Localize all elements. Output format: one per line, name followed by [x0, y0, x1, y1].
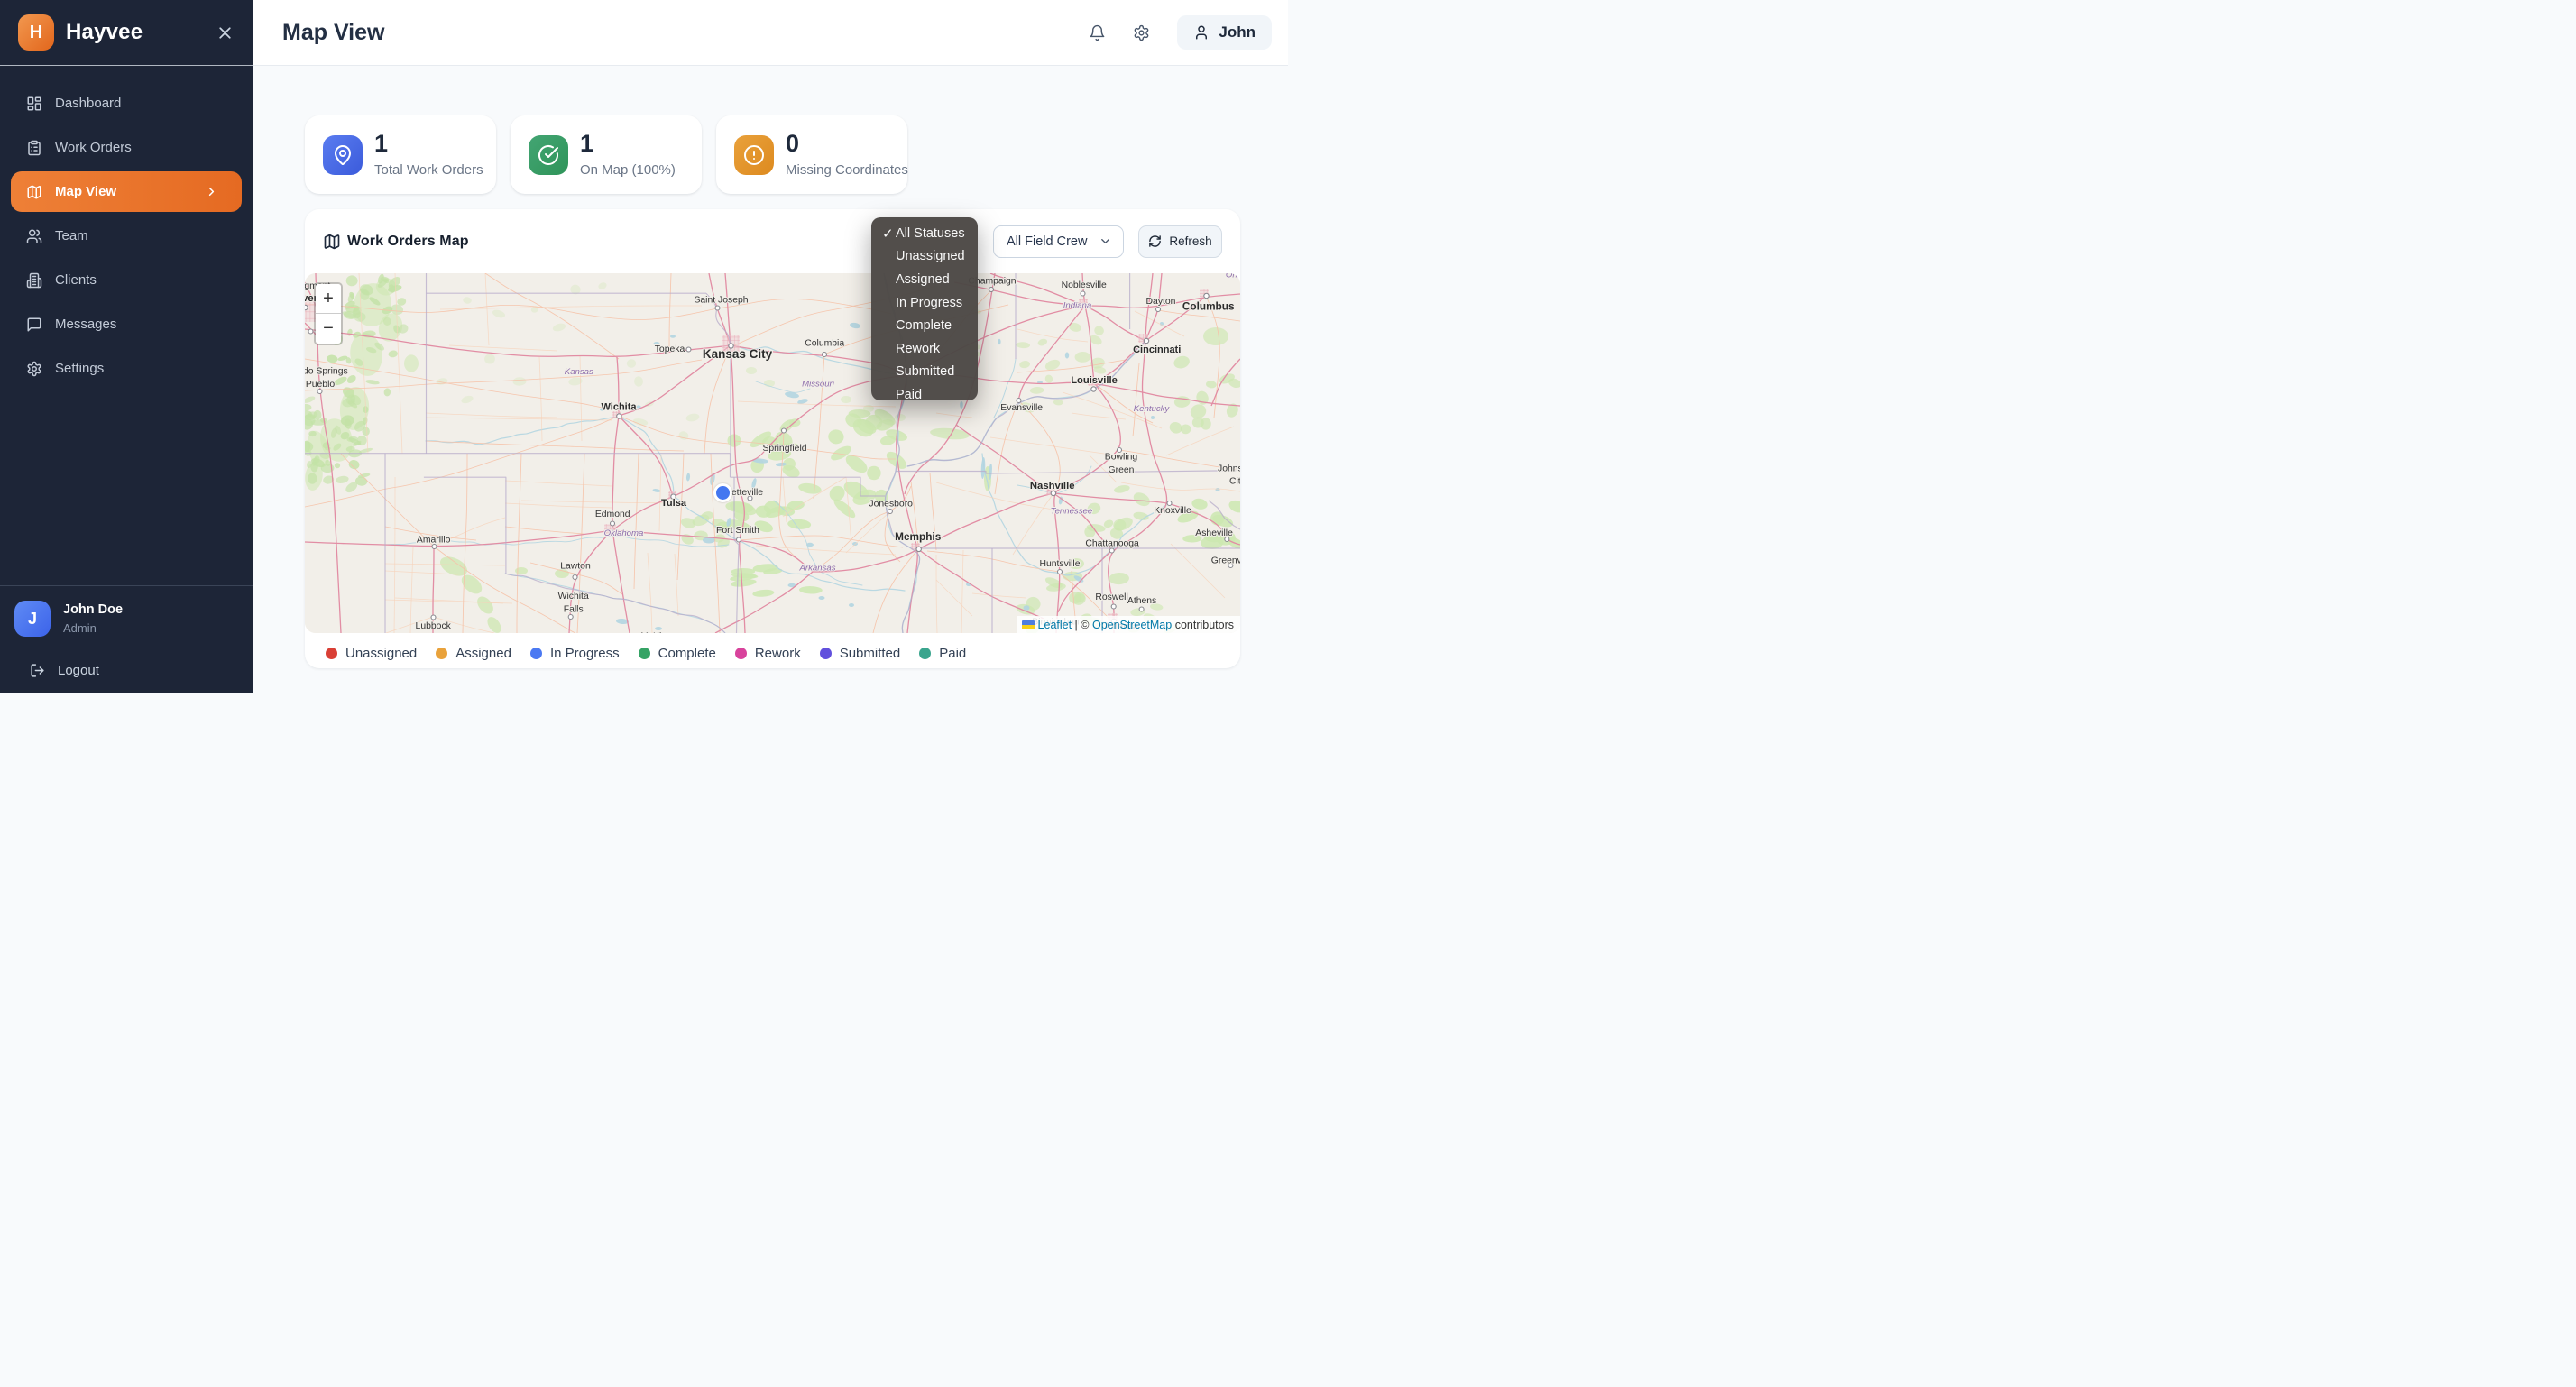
svg-text:Kansas City: Kansas City [703, 347, 773, 361]
svg-text:Kentucky: Kentucky [1134, 404, 1171, 414]
svg-text:Knoxville: Knoxville [1154, 506, 1191, 516]
svg-text:Topeka: Topeka [655, 344, 685, 354]
svg-text:do Springs: do Springs [305, 367, 348, 377]
svg-text:Lawton: Lawton [560, 562, 591, 572]
svg-text:Edmond: Edmond [595, 510, 630, 519]
svg-text:Springfield: Springfield [762, 444, 806, 454]
svg-text:Bowling: Bowling [1105, 453, 1138, 463]
svg-text:Tulsa: Tulsa [661, 498, 687, 509]
svg-text:Pueblo: Pueblo [306, 380, 336, 390]
svg-text:Missouri: Missouri [802, 380, 835, 390]
svg-text:Louisville: Louisville [1071, 375, 1118, 386]
svg-text:Columbus: Columbus [1182, 300, 1235, 313]
svg-text:Roswell: Roswell [1095, 592, 1127, 602]
svg-text:Kansas: Kansas [565, 367, 593, 377]
svg-text:Lubbock: Lubbock [416, 621, 452, 631]
svg-text:Indiana: Indiana [1063, 301, 1091, 311]
svg-text:Cincinnati: Cincinnati [1133, 344, 1181, 355]
svg-text:McKinney: McKinney [640, 632, 682, 634]
svg-text:Fort Smith: Fort Smith [716, 526, 759, 536]
svg-text:Ohio: Ohio [1226, 273, 1240, 280]
svg-text:Green: Green [1109, 465, 1135, 475]
svg-text:Saint Joseph: Saint Joseph [694, 296, 748, 306]
svg-text:City: City [1229, 476, 1240, 486]
svg-text:Chattanooga: Chattanooga [1085, 539, 1139, 549]
svg-text:Jonesboro: Jonesboro [869, 500, 913, 510]
svg-text:Greenville: Greenville [1211, 556, 1240, 566]
svg-text:Noblesville: Noblesville [1062, 280, 1107, 290]
svg-text:Oklahoma: Oklahoma [604, 528, 644, 538]
svg-text:Wichita: Wichita [558, 592, 589, 602]
svg-text:Memphis: Memphis [895, 530, 942, 543]
svg-text:Columbia: Columbia [805, 339, 844, 349]
svg-text:Johnson: Johnson [1218, 464, 1240, 474]
svg-text:Nashville: Nashville [1030, 481, 1075, 491]
svg-text:Dayton: Dayton [1146, 297, 1176, 307]
svg-text:Wichita: Wichita [601, 402, 637, 413]
svg-text:Evansville: Evansville [1000, 403, 1043, 413]
svg-text:Arkansas: Arkansas [799, 564, 836, 574]
svg-text:Falls: Falls [564, 605, 584, 615]
svg-text:Huntsville: Huntsville [1039, 559, 1080, 569]
svg-text:Asheville: Asheville [1195, 528, 1233, 538]
svg-text:Amarillo: Amarillo [417, 536, 451, 546]
svg-text:Tennessee: Tennessee [1051, 507, 1093, 517]
svg-text:Athens: Athens [1127, 596, 1156, 606]
